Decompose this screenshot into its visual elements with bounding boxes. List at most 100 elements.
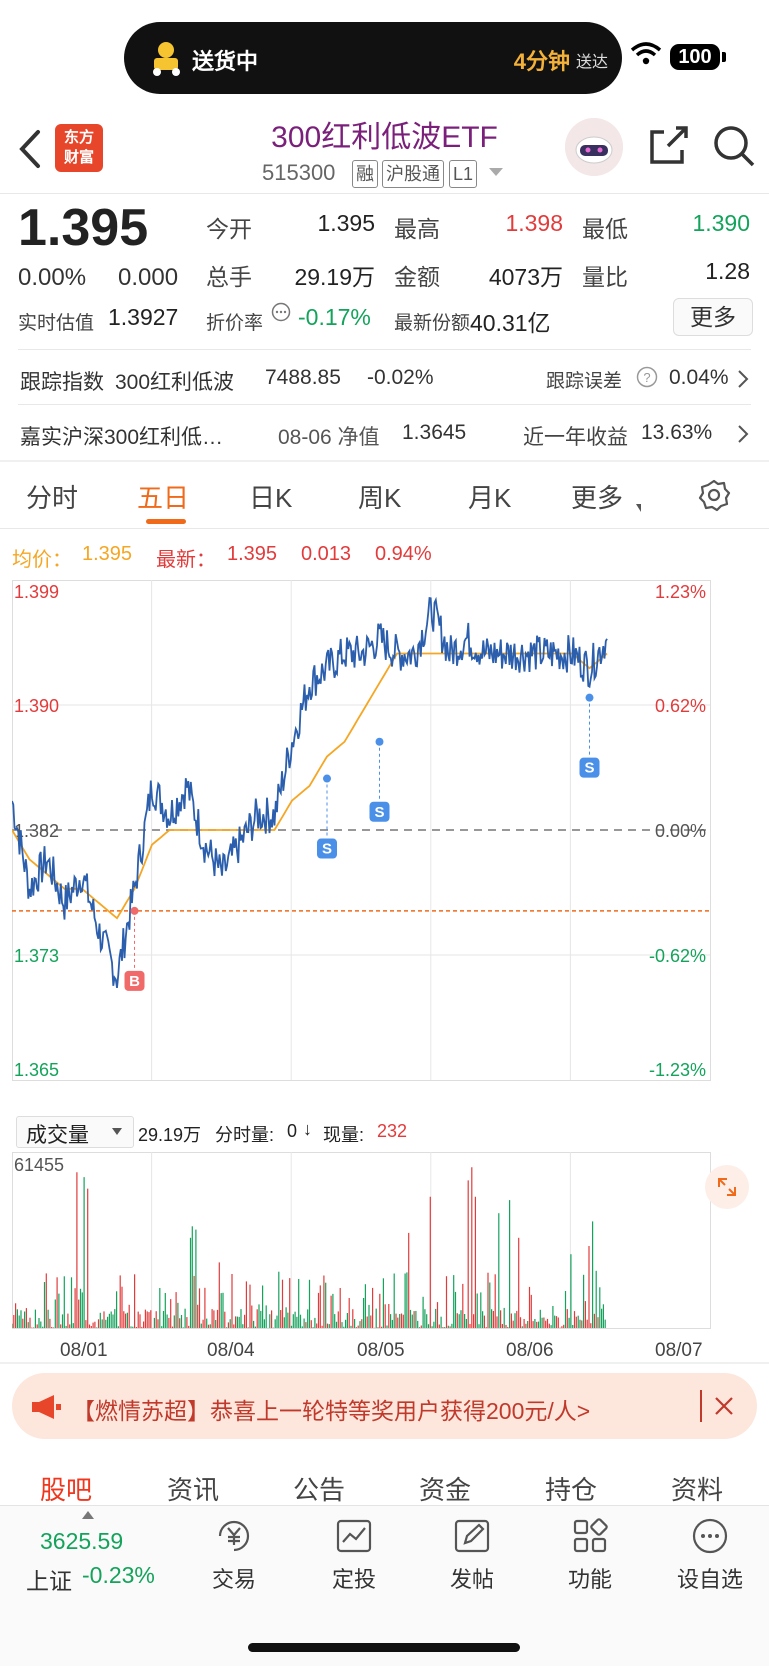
megaphone-icon bbox=[32, 1395, 61, 1419]
delivery-eta: 4分钟 bbox=[513, 49, 570, 74]
sell-badge-label: S bbox=[584, 760, 594, 777]
realtime-estimate-value: 1.3927 bbox=[108, 304, 179, 330]
tab-more[interactable]: 更多 bbox=[571, 478, 623, 515]
label-volume: 总手 bbox=[206, 264, 252, 290]
trade-yen-icon bbox=[218, 1520, 250, 1552]
arrow-down-icon: ↓ bbox=[303, 1119, 312, 1139]
tab-guba[interactable]: 股吧 bbox=[40, 1470, 92, 1507]
change-amount: 0.000 bbox=[118, 264, 179, 291]
nav-add-watchlist[interactable]: 设自选 bbox=[670, 1516, 750, 1596]
tracking-error-value: 0.04% bbox=[669, 366, 729, 389]
latest-percent: 0.94% bbox=[375, 543, 432, 565]
minute-volume-label: 分时量: bbox=[215, 1125, 275, 1145]
tab-intraday[interactable]: 分时 bbox=[26, 478, 78, 515]
assistant-robot-icon[interactable] bbox=[565, 118, 623, 176]
tracking-index-name: 300红利低波 bbox=[115, 371, 235, 394]
discount-label: 折价率 bbox=[206, 313, 264, 334]
tab-holdings[interactable]: 持仓 bbox=[545, 1470, 597, 1507]
tracking-error-label: 跟踪误差 bbox=[546, 371, 623, 392]
battery-tip bbox=[722, 52, 726, 62]
y-tick-right: 1.23% bbox=[655, 582, 706, 602]
value-volume-ratio: 1.28 bbox=[705, 258, 750, 284]
return-value: 13.63% bbox=[641, 421, 713, 444]
tracking-label: 跟踪指数 bbox=[20, 371, 104, 394]
tab-capital[interactable]: 资金 bbox=[419, 1470, 471, 1507]
y-tick-left: 1.365 bbox=[14, 1060, 59, 1080]
grid-icon bbox=[573, 1518, 608, 1553]
tab-announcements[interactable]: 公告 bbox=[293, 1470, 345, 1507]
discount-value: -0.17% bbox=[298, 304, 371, 330]
y-tick-left: 1.390 bbox=[14, 696, 59, 716]
chevron-up-icon[interactable] bbox=[82, 1511, 94, 1519]
delivery-status: 送货中 bbox=[192, 49, 259, 74]
x-label-0806: 08/06 bbox=[506, 1340, 554, 1361]
label-low: 最低 bbox=[582, 216, 628, 242]
more-dots-icon bbox=[692, 1518, 728, 1554]
more-button[interactable]: 更多 bbox=[673, 298, 753, 336]
volume-max-label: 61455 bbox=[14, 1155, 65, 1175]
x-label-0804: 08/04 bbox=[207, 1340, 255, 1361]
search-icon[interactable] bbox=[712, 124, 756, 168]
latest-value: 1.395 bbox=[227, 543, 278, 565]
index-change: -0.23% bbox=[82, 1562, 155, 1588]
y-tick-right: 0.62% bbox=[655, 696, 706, 716]
label-high: 最高 bbox=[394, 216, 440, 242]
nav-label: 08-06 净值 bbox=[278, 426, 380, 449]
label-volume-ratio: 量比 bbox=[582, 264, 628, 290]
promo-text: 【燃情苏超】恭喜上一轮特等奖用户获得200元/人> bbox=[72, 1398, 591, 1424]
nav-functions[interactable]: 功能 bbox=[556, 1516, 624, 1596]
value-amount: 4073万 bbox=[488, 264, 563, 290]
y-tick-right: 0.00% bbox=[655, 821, 706, 841]
delivery-island[interactable]: 送货中 4分钟 送达 bbox=[124, 22, 622, 94]
tab-more-caret bbox=[636, 504, 641, 512]
value-open: 1.395 bbox=[317, 210, 375, 236]
latest-change: 0.013 bbox=[301, 543, 352, 565]
current-volume-value: 232 bbox=[377, 1121, 408, 1141]
latest-label: 最新： bbox=[156, 549, 216, 571]
tab-weekly-k[interactable]: 周K bbox=[358, 478, 401, 515]
avg-price-label: 均价： bbox=[12, 549, 72, 571]
price-line bbox=[12, 596, 608, 989]
avg-price-value: 1.395 bbox=[82, 543, 133, 565]
fund-name: 嘉实沪深300红利低… bbox=[20, 426, 224, 449]
divider bbox=[0, 528, 769, 529]
current-volume-label: 现量: bbox=[323, 1125, 365, 1145]
expand-chart-button[interactable] bbox=[705, 1165, 749, 1209]
y-tick-right: -0.62% bbox=[649, 946, 706, 966]
wifi-icon bbox=[630, 42, 662, 65]
info-icon[interactable] bbox=[271, 302, 291, 322]
value-low: 1.390 bbox=[692, 210, 750, 236]
y-tick-right: -1.23% bbox=[649, 1060, 706, 1080]
nav-add-watchlist-label: 设自选 bbox=[676, 1567, 743, 1592]
tab-news[interactable]: 资讯 bbox=[167, 1470, 219, 1507]
share-icon[interactable] bbox=[646, 124, 690, 168]
close-icon[interactable] bbox=[714, 1396, 734, 1416]
divider bbox=[0, 1362, 769, 1364]
nav-post[interactable]: 发帖 bbox=[438, 1516, 506, 1596]
chevron-right-icon bbox=[738, 370, 749, 388]
battery-indicator: 100 bbox=[670, 44, 720, 70]
tab-five-day[interactable]: 五日 bbox=[137, 478, 189, 515]
delivery-rider-icon bbox=[153, 42, 180, 76]
help-icon[interactable]: ? bbox=[636, 366, 658, 388]
shares-value: 40.31亿 bbox=[470, 310, 551, 336]
label-amount: 金额 bbox=[394, 264, 440, 290]
chevron-down-icon[interactable] bbox=[489, 168, 503, 176]
five-day-price-chart[interactable]: 1.3991.3901.3821.3731.3651.23%0.62%0.00%… bbox=[12, 580, 757, 1110]
return-label: 近一年收益 bbox=[523, 426, 628, 449]
tab-daily-k[interactable]: 日K bbox=[249, 478, 292, 515]
index-name: 上证 bbox=[26, 1568, 72, 1594]
chart-icon bbox=[336, 1519, 372, 1553]
value-volume: 29.19万 bbox=[294, 264, 375, 290]
settings-gear-icon[interactable] bbox=[697, 478, 731, 512]
x-label-0807: 08/07 bbox=[655, 1340, 703, 1361]
nav-trade[interactable]: 交易 bbox=[200, 1516, 268, 1596]
x-label-0805: 08/05 bbox=[357, 1340, 405, 1361]
tab-profile[interactable]: 资料 bbox=[671, 1470, 723, 1507]
home-indicator[interactable] bbox=[248, 1643, 520, 1652]
nav-fixed-invest[interactable]: 定投 bbox=[320, 1516, 388, 1596]
tag-connect: 沪股通 bbox=[382, 160, 444, 188]
divider bbox=[0, 460, 769, 462]
tab-monthly-k[interactable]: 月K bbox=[468, 478, 511, 515]
nav-post-label: 发帖 bbox=[449, 1567, 494, 1592]
